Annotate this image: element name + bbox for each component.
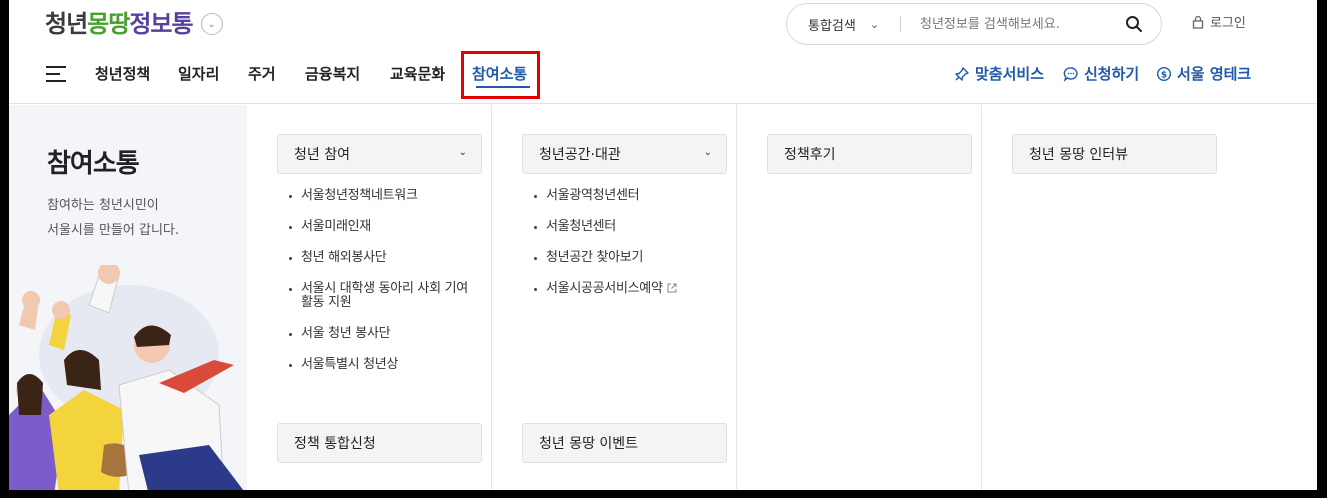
panel-desc-line1: 참여하는 청년시민이 — [47, 198, 159, 213]
site-logo[interactable]: 청년 몽땅 정보통 ⌄ — [45, 8, 223, 40]
nav-item-policy[interactable]: 청년정책 — [95, 63, 150, 84]
chevron-down-icon: ⌄ — [869, 17, 880, 31]
category-label: 정책후기 — [784, 147, 836, 163]
main-nav: 청년정책 일자리 주거 금융복지 교육문화 참여소통 맞춤서비스 신청하기 $ … — [9, 51, 1317, 99]
list-item[interactable]: 청년공간 찾아보기 — [534, 251, 677, 265]
panel-desc-line2: 서울시를 만들어 갑니다. — [47, 223, 179, 238]
lock-icon — [1192, 15, 1204, 29]
list-item[interactable]: 서울특별시 청년상 — [289, 358, 468, 372]
participation-illustration — [9, 265, 244, 490]
search-divider — [900, 16, 901, 32]
chat-bubble-icon — [1063, 66, 1078, 82]
menu-intro-panel: 참여소통 참여하는 청년시민이 서울시를 만들어 갑니다. — [9, 105, 247, 490]
list-item[interactable]: 서울미래인재 — [289, 220, 468, 234]
menu-column-youth-space: 청년공간·대관 ⌄ 서울광역청년센터 서울청년센터 청년공간 찾아보기 서울시공… — [492, 105, 737, 490]
nav-item-housing[interactable]: 주거 — [248, 63, 276, 84]
seoul-youngtech-label: 서울 영테크 — [1177, 65, 1252, 83]
list-item-continued[interactable]: 활동 지원 — [289, 296, 468, 310]
active-nav-highlight: 참여소통 — [461, 51, 540, 99]
chevron-down-icon[interactable]: ⌄ — [200, 13, 223, 35]
sub-menu-list: 서울광역청년센터 서울청년센터 청년공간 찾아보기 서울시공공서비스예약 — [534, 189, 677, 296]
seoul-youngtech-link[interactable]: $ 서울 영테크 — [1156, 63, 1251, 84]
logo-part1: 청년 — [45, 10, 88, 38]
category-youth-event[interactable]: 청년 몽땅 이벤트 — [522, 423, 727, 463]
apply-label: 신청하기 — [1084, 65, 1140, 83]
sub-menu-list: 서울청년정책네트워크 서울미래인재 청년 해외봉사단 서울시 대학생 동아리 사… — [289, 189, 468, 372]
menu-column-policy-review: 정책후기 — [737, 105, 982, 490]
category-youth-space-rental[interactable]: 청년공간·대관 ⌄ — [522, 134, 727, 174]
apply-link[interactable]: 신청하기 — [1063, 63, 1139, 84]
list-item[interactable]: 청년 해외봉사단 — [289, 251, 468, 265]
list-item-text: 서울시공공서비스예약 — [546, 281, 663, 296]
logo-part2: 몽땅 — [87, 10, 130, 38]
site-header: 청년 몽땅 정보통 ⌄ 통합검색 ⌄ 로그인 — [9, 0, 1317, 104]
nav-item-jobs[interactable]: 일자리 — [178, 63, 219, 84]
app-frame: 청년 몽땅 정보통 ⌄ 통합검색 ⌄ 로그인 — [9, 0, 1317, 490]
coin-icon: $ — [1156, 66, 1172, 81]
list-item[interactable]: 서울광역청년센터 — [534, 189, 677, 203]
category-label: 청년 몽땅 이벤트 — [539, 436, 639, 452]
category-youth-participation[interactable]: 청년 참여 ⌄ — [277, 134, 482, 174]
nav-item-participation[interactable]: 참여소통 — [472, 63, 527, 84]
search-input[interactable] — [920, 16, 1120, 32]
chevron-down-icon: ⌄ — [703, 147, 712, 158]
list-item[interactable]: 서울청년센터 — [534, 220, 677, 234]
search-scope-label: 통합검색 — [808, 18, 856, 34]
login-link[interactable]: 로그인 — [1192, 12, 1246, 31]
list-item[interactable]: 서울시공공서비스예약 — [534, 282, 677, 296]
category-youth-interview[interactable]: 청년 몽땅 인터뷰 — [1012, 134, 1217, 174]
category-label: 청년공간·대관 — [539, 147, 621, 163]
chevron-down-icon: ⌄ — [458, 147, 467, 158]
pin-icon — [955, 66, 969, 81]
category-policy-integrated-apply[interactable]: 정책 통합신청 — [277, 423, 482, 463]
custom-service-link[interactable]: 맞춤서비스 — [954, 63, 1044, 84]
logo-part3: 정보통 — [129, 10, 193, 38]
custom-service-label: 맞춤서비스 — [975, 65, 1045, 83]
list-item[interactable]: 서울시 대학생 동아리 사회 기여 — [289, 282, 468, 296]
list-item[interactable]: 서울청년정책네트워크 — [289, 189, 468, 203]
search-bar: 통합검색 ⌄ — [786, 3, 1162, 45]
menu-icon[interactable] — [46, 66, 66, 82]
svg-text:$: $ — [1161, 70, 1167, 80]
category-label: 정책 통합신청 — [294, 436, 376, 452]
nav-item-education-culture[interactable]: 교육문화 — [390, 63, 445, 84]
category-label: 청년 참여 — [294, 147, 350, 163]
list-item[interactable]: 서울 청년 봉사단 — [289, 327, 468, 341]
list-item-text: 활동 지원 — [301, 295, 352, 310]
panel-title: 참여소통 — [47, 149, 140, 179]
nav-item-finance-welfare[interactable]: 금융복지 — [305, 63, 360, 84]
login-label: 로그인 — [1210, 16, 1246, 31]
panel-description: 참여하는 청년시민이 서울시를 만들어 갑니다. — [47, 193, 179, 243]
menu-column-interview: 청년 몽땅 인터뷰 — [982, 105, 1227, 490]
search-icon[interactable] — [1125, 15, 1143, 33]
active-underline — [476, 86, 530, 88]
menu-column-participation: 청년 참여 ⌄ 서울청년정책네트워크 서울미래인재 청년 해외봉사단 서울시 대… — [247, 105, 492, 490]
category-policy-review[interactable]: 정책후기 — [767, 134, 972, 174]
external-link-icon — [667, 283, 677, 293]
category-label: 청년 몽땅 인터뷰 — [1029, 147, 1129, 163]
search-scope-select[interactable]: 통합검색 ⌄ — [787, 15, 900, 34]
